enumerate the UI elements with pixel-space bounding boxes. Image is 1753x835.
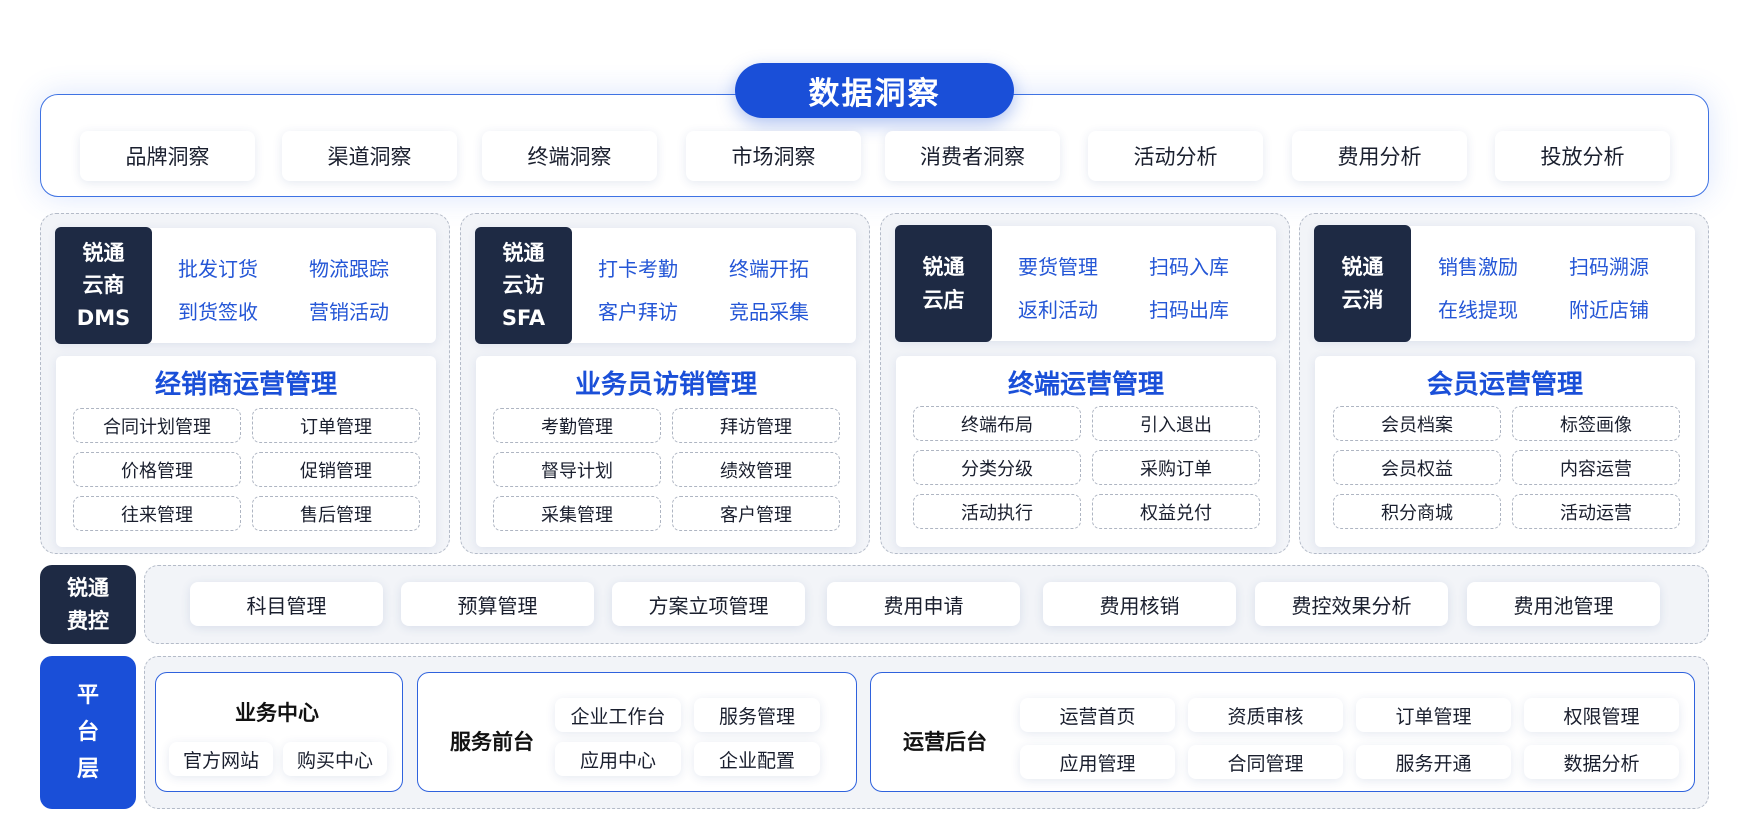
badge-line: 平 [76,683,99,708]
mgmt-item[interactable]: 合同计划管理 [73,408,241,443]
business-center-title: 业务中心 [235,701,319,725]
product-badge-consumer: 锐通 云消 [1314,225,1411,342]
mgmt-item[interactable]: 绩效管理 [672,452,840,487]
insight-item-consumer[interactable]: 消费者洞察 [885,131,1060,181]
badge-line: DMS [76,305,131,330]
mgmt-item[interactable]: 终端布局 [913,406,1081,441]
badge-line: 锐通 [922,254,965,279]
mgmt-item[interactable]: 权益兑付 [1092,494,1260,529]
expense-control-badge: 锐通 费控 [40,565,136,644]
platform-item-qualification[interactable]: 资质审核 [1188,698,1343,732]
badge-line: SFA [501,305,546,330]
platform-item-service-mgmt[interactable]: 服务管理 [694,698,820,732]
feature-clock-in[interactable]: 打卡考勤 [598,253,678,282]
mgmt-item[interactable]: 积分商城 [1333,494,1501,529]
management-title-terminal: 终端运营管理 [1007,370,1164,400]
platform-item-permission-mgmt[interactable]: 权限管理 [1524,698,1679,732]
feature-online-withdraw[interactable]: 在线提现 [1438,294,1518,323]
feature-wholesale-order[interactable]: 批发订货 [178,253,258,282]
data-insight-title: 数据洞察 [735,63,1014,118]
management-title-member: 会员运营管理 [1426,370,1583,400]
management-title-distributor: 经销商运营管理 [154,370,337,400]
service-front-title: 服务前台 [450,730,534,754]
platform-item-enterprise-config[interactable]: 企业配置 [694,742,820,776]
badge-line: 锐通 [82,240,125,265]
platform-item-contract-mgmt[interactable]: 合同管理 [1188,745,1343,779]
mgmt-item[interactable]: 采集管理 [493,496,661,531]
mgmt-item[interactable]: 会员档案 [1333,406,1501,441]
expense-item-account[interactable]: 科目管理 [190,582,383,626]
mgmt-item[interactable]: 价格管理 [73,452,241,487]
platform-item-data-analysis[interactable]: 数据分析 [1524,745,1679,779]
platform-item-app-center[interactable]: 应用中心 [555,742,681,776]
feature-terminal-expansion[interactable]: 终端开拓 [729,253,809,282]
insight-item-expense[interactable]: 费用分析 [1292,131,1467,181]
management-title-salesman: 业务员访销管理 [574,370,757,400]
expense-item-application[interactable]: 费用申请 [827,582,1020,626]
ops-backend-title: 运营后台 [903,730,987,754]
mgmt-item[interactable]: 引入退出 [1092,406,1260,441]
product-badge-sfa: 锐通 云访 SFA [475,227,572,344]
badge-line: 台 [76,720,99,745]
product-badge-dms: 锐通 云商 DMS [55,227,152,344]
platform-item-ops-home[interactable]: 运营首页 [1020,698,1175,732]
mgmt-item[interactable]: 往来管理 [73,496,241,531]
badge-line: 云商 [82,273,125,298]
badge-line: 锐通 [67,575,109,600]
feature-logistics-tracking[interactable]: 物流跟踪 [309,253,389,282]
expense-item-pool[interactable]: 费用池管理 [1467,582,1660,626]
feature-stock-request[interactable]: 要货管理 [1018,251,1098,280]
platform-item-order-mgmt[interactable]: 订单管理 [1356,698,1511,732]
badge-line: 云店 [922,287,965,312]
feature-rebate-activity[interactable]: 返利活动 [1018,294,1098,323]
insight-item-activity[interactable]: 活动分析 [1088,131,1263,181]
mgmt-item[interactable]: 客户管理 [672,496,840,531]
feature-scan-out[interactable]: 扫码出库 [1149,294,1229,323]
expense-item-writeoff[interactable]: 费用核销 [1043,582,1236,626]
insight-item-terminal[interactable]: 终端洞察 [482,131,657,181]
feature-sales-incentive[interactable]: 销售激励 [1438,251,1518,280]
expense-item-project[interactable]: 方案立项管理 [612,582,805,626]
mgmt-item[interactable]: 督导计划 [493,452,661,487]
feature-marketing-activity[interactable]: 营销活动 [309,296,389,325]
insight-item-channel[interactable]: 渠道洞察 [282,131,457,181]
platform-item-app-mgmt[interactable]: 应用管理 [1020,745,1175,779]
badge-line: 费控 [67,608,109,633]
badge-line: 云消 [1341,287,1384,312]
mgmt-item[interactable]: 活动执行 [913,494,1081,529]
platform-item-service-open[interactable]: 服务开通 [1356,745,1511,779]
mgmt-item[interactable]: 内容运营 [1512,450,1680,485]
insight-item-placement[interactable]: 投放分析 [1495,131,1670,181]
platform-item-workbench[interactable]: 企业工作台 [555,698,681,732]
badge-line: 锐通 [1341,254,1384,279]
platform-item-official-site[interactable]: 官方网站 [169,742,273,776]
platform-layer-badge: 平 台 层 [40,656,136,809]
feature-nearby-stores[interactable]: 附近店铺 [1569,294,1649,323]
mgmt-item[interactable]: 售后管理 [252,496,420,531]
platform-item-purchase-center[interactable]: 购买中心 [283,742,387,776]
mgmt-item[interactable]: 促销管理 [252,452,420,487]
mgmt-item[interactable]: 活动运营 [1512,494,1680,529]
expense-item-budget[interactable]: 预算管理 [401,582,594,626]
feature-competitor-collection[interactable]: 竞品采集 [729,296,809,325]
mgmt-item[interactable]: 会员权益 [1333,450,1501,485]
mgmt-item[interactable]: 采购订单 [1092,450,1260,485]
insight-item-market[interactable]: 市场洞察 [686,131,861,181]
product-badge-store: 锐通 云店 [895,225,992,342]
badge-line: 层 [76,757,99,782]
mgmt-item[interactable]: 分类分级 [913,450,1081,485]
mgmt-item[interactable]: 标签画像 [1512,406,1680,441]
mgmt-item[interactable]: 订单管理 [252,408,420,443]
feature-scan-trace[interactable]: 扫码溯源 [1569,251,1649,280]
mgmt-item[interactable]: 考勤管理 [493,408,661,443]
insight-item-brand[interactable]: 品牌洞察 [80,131,255,181]
mgmt-item[interactable]: 拜访管理 [672,408,840,443]
feature-scan-in[interactable]: 扫码入库 [1149,251,1229,280]
badge-line: 锐通 [502,240,545,265]
expense-item-analysis[interactable]: 费控效果分析 [1255,582,1448,626]
feature-customer-visit[interactable]: 客户拜访 [598,296,678,325]
feature-delivery-receipt[interactable]: 到货签收 [178,296,258,325]
badge-line: 云访 [502,273,545,298]
